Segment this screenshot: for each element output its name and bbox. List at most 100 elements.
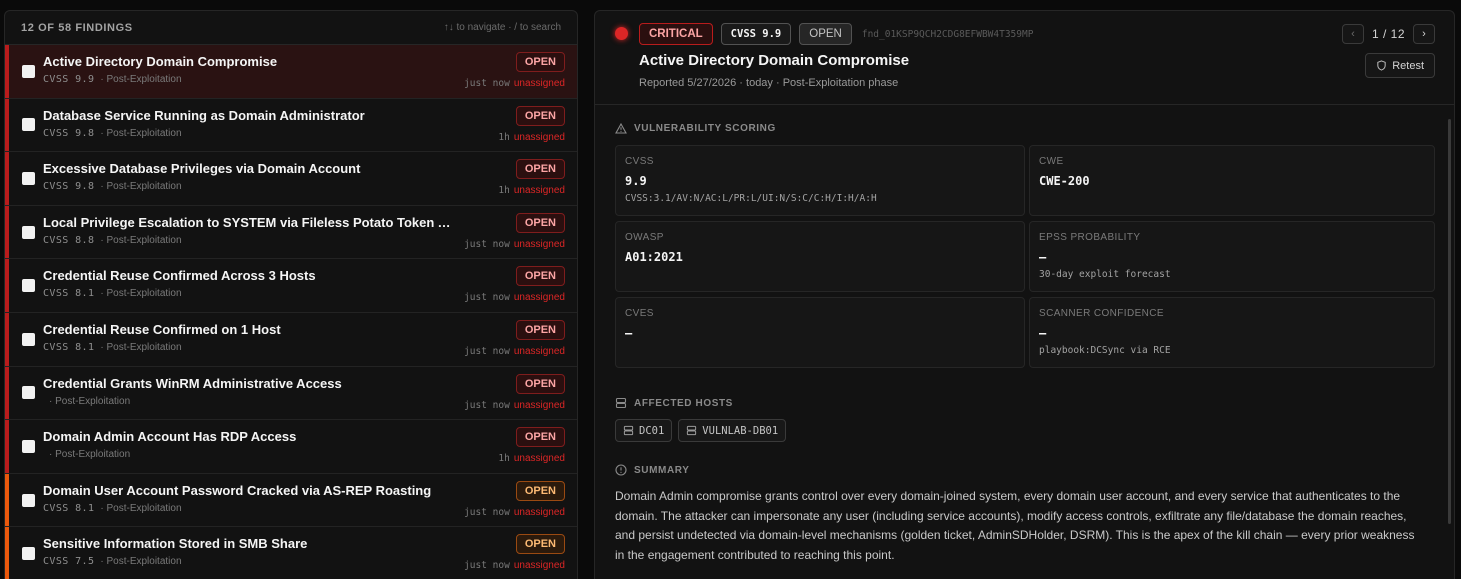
finding-assignee[interactable]: unassigned: [514, 132, 565, 143]
finding-row[interactable]: Domain Admin Account Has RDP Access · Po…: [5, 420, 577, 474]
finding-row[interactable]: Active Directory Domain Compromise CVSS …: [5, 45, 577, 99]
finding-row-body: Excessive Database Privileges via Domain…: [35, 152, 457, 205]
finding-cvss: CVSS 9.8: [43, 127, 95, 139]
shield-icon: [1376, 60, 1387, 71]
cvss-cell: CVSS 9.9 CVSS:3.1/AV:N/AC:L/PR:L/UI:N/S:…: [615, 145, 1025, 216]
row-checkbox[interactable]: [22, 118, 35, 132]
finding-assignee[interactable]: unassigned: [514, 346, 565, 357]
host-name: VULNLAB-DB01: [702, 424, 779, 437]
hosts-section-label: AFFECTED HOSTS: [615, 397, 733, 409]
confidence-cell-label: SCANNER CONFIDENCE: [1039, 308, 1164, 319]
status-badge[interactable]: OPEN: [799, 23, 852, 45]
row-checkbox[interactable]: [22, 64, 35, 78]
finding-time: just now: [464, 238, 510, 250]
finding-status-pill[interactable]: OPEN: [515, 212, 565, 233]
finding-row-right: OPEN just now unassigned: [457, 313, 577, 366]
finding-row[interactable]: Credential Grants WinRM Administrative A…: [5, 366, 577, 421]
findings-list-panel: 12 OF 58 FINDINGS ↑↓ to navigate · / to …: [4, 10, 578, 579]
prev-finding-button[interactable]: ‹: [1341, 24, 1364, 44]
finding-title: Database Service Running as Domain Admin…: [43, 107, 365, 123]
affected-hosts: DC01 VULNLAB-DB01: [615, 419, 787, 442]
detail-subtitle: Reported 5/27/2026 · today · Post-Exploi…: [639, 77, 899, 89]
summary-label-text: SUMMARY: [634, 464, 690, 476]
finding-row[interactable]: Local Privilege Escalation to SYSTEM via…: [5, 205, 577, 260]
finding-row[interactable]: Database Service Running as Domain Admin…: [5, 98, 577, 153]
finding-assignee[interactable]: unassigned: [514, 185, 565, 196]
scoring-section-label: VULNERABILITY SCORING: [615, 123, 776, 134]
finding-when: just now unassigned: [464, 239, 565, 250]
finding-status-pill[interactable]: OPEN: [515, 373, 565, 394]
cwe-cell-label: CWE: [1039, 156, 1064, 167]
finding-assignee[interactable]: unassigned: [514, 400, 565, 411]
row-checkbox[interactable]: [22, 386, 35, 400]
finding-time: just now: [464, 78, 510, 89]
finding-meta: · Post-Exploitation: [43, 449, 457, 460]
row-checkbox[interactable]: [22, 332, 35, 346]
finding-row-right: OPEN 1h unassigned: [457, 152, 577, 205]
finding-when: just now unassigned: [464, 560, 565, 571]
finding-row[interactable]: Credential Reuse Confirmed Across 3 Host…: [5, 259, 577, 313]
finding-assignee[interactable]: unassigned: [514, 239, 565, 250]
row-checkbox[interactable]: [22, 279, 35, 293]
row-checkbox[interactable]: [22, 439, 35, 453]
finding-status-pill[interactable]: OPEN: [515, 319, 565, 340]
host-chip[interactable]: VULNLAB-DB01: [678, 419, 787, 442]
finding-assignee[interactable]: unassigned: [514, 78, 565, 89]
finding-row-body: Credential Reuse Confirmed on 1 Host CVS…: [35, 313, 457, 366]
finding-status-pill[interactable]: OPEN: [515, 534, 565, 555]
finding-assignee[interactable]: unassigned: [514, 292, 565, 303]
finding-row-body: Domain Admin Account Has RDP Access · Po…: [35, 420, 457, 473]
next-finding-button[interactable]: ›: [1413, 24, 1435, 44]
scoring-grid: CVSS 9.9 CVSS:3.1/AV:N/AC:L/PR:L/UI:N/S:…: [615, 145, 1435, 368]
finding-phase: · Post-Exploitation: [49, 449, 131, 461]
cves-cell-label: CVES: [625, 308, 654, 319]
row-checkbox[interactable]: [22, 493, 35, 507]
finding-when: 1h unassigned: [498, 132, 565, 143]
severity-bar: [5, 312, 9, 366]
finding-row[interactable]: Domain User Account Password Cracked via…: [5, 473, 577, 528]
finding-row-right: OPEN just now unassigned: [457, 206, 577, 259]
retest-button[interactable]: Retest: [1365, 53, 1435, 78]
finding-row-right: OPEN just now unassigned: [457, 527, 577, 579]
finding-meta: · Post-Exploitation: [43, 396, 457, 407]
finding-status-pill[interactable]: OPEN: [515, 480, 565, 501]
row-checkbox[interactable]: [22, 547, 35, 561]
finding-row[interactable]: Excessive Database Privileges via Domain…: [5, 152, 577, 206]
finding-assignee[interactable]: unassigned: [514, 507, 565, 518]
finding-status-pill[interactable]: OPEN: [515, 159, 565, 180]
severity-bar: [5, 205, 9, 259]
owasp-cell: OWASP A01:2021: [615, 221, 1025, 292]
owasp-cell-value: A01:2021: [625, 250, 683, 264]
finding-meta: CVSS 9.8 · Post-Exploitation: [43, 128, 457, 139]
finding-phase: · Post-Exploitation: [100, 234, 182, 246]
finding-meta: CVSS 8.1 · Post-Exploitation: [43, 503, 457, 514]
finding-row[interactable]: Credential Reuse Confirmed on 1 Host CVS…: [5, 312, 577, 367]
row-checkbox[interactable]: [22, 225, 35, 239]
finding-row-right: OPEN just now unassigned: [457, 367, 577, 420]
finding-cvss: CVSS 9.9: [43, 74, 95, 85]
finding-title: Credential Reuse Confirmed Across 3 Host…: [43, 268, 316, 284]
finding-assignee[interactable]: unassigned: [514, 453, 565, 464]
finding-when: just now unassigned: [464, 78, 565, 89]
retest-label: Retest: [1392, 59, 1424, 72]
hosts-label-text: AFFECTED HOSTS: [634, 397, 733, 409]
host-chip[interactable]: DC01: [615, 419, 673, 442]
finding-detail-panel: CRITICAL CVSS 9.9 OPEN fnd_01KSP9QCH2CDG…: [594, 10, 1455, 579]
finding-title: Excessive Database Privileges via Domain…: [43, 161, 361, 177]
finding-status-pill[interactable]: OPEN: [515, 266, 565, 287]
severity-bar: [5, 98, 9, 152]
finding-row[interactable]: Sensitive Information Stored in SMB Shar…: [5, 527, 577, 579]
finding-title: Domain User Account Password Cracked via…: [43, 482, 432, 498]
finding-status-pill[interactable]: OPEN: [515, 105, 565, 126]
finding-assignee[interactable]: unassigned: [514, 560, 565, 571]
row-checkbox[interactable]: [22, 171, 35, 185]
finding-row-body: Credential Grants WinRM Administrative A…: [35, 367, 457, 420]
finding-when: 1h unassigned: [498, 453, 565, 464]
host-name: DC01: [639, 424, 665, 437]
finding-status-pill[interactable]: OPEN: [515, 427, 565, 448]
finding-status-pill[interactable]: OPEN: [515, 52, 565, 72]
finding-phase: · Post-Exploitation: [100, 74, 182, 85]
finding-meta: CVSS 7.5 · Post-Exploitation: [43, 556, 457, 567]
detail-scrollbar[interactable]: [1448, 119, 1451, 524]
finding-phase: · Post-Exploitation: [100, 181, 182, 193]
